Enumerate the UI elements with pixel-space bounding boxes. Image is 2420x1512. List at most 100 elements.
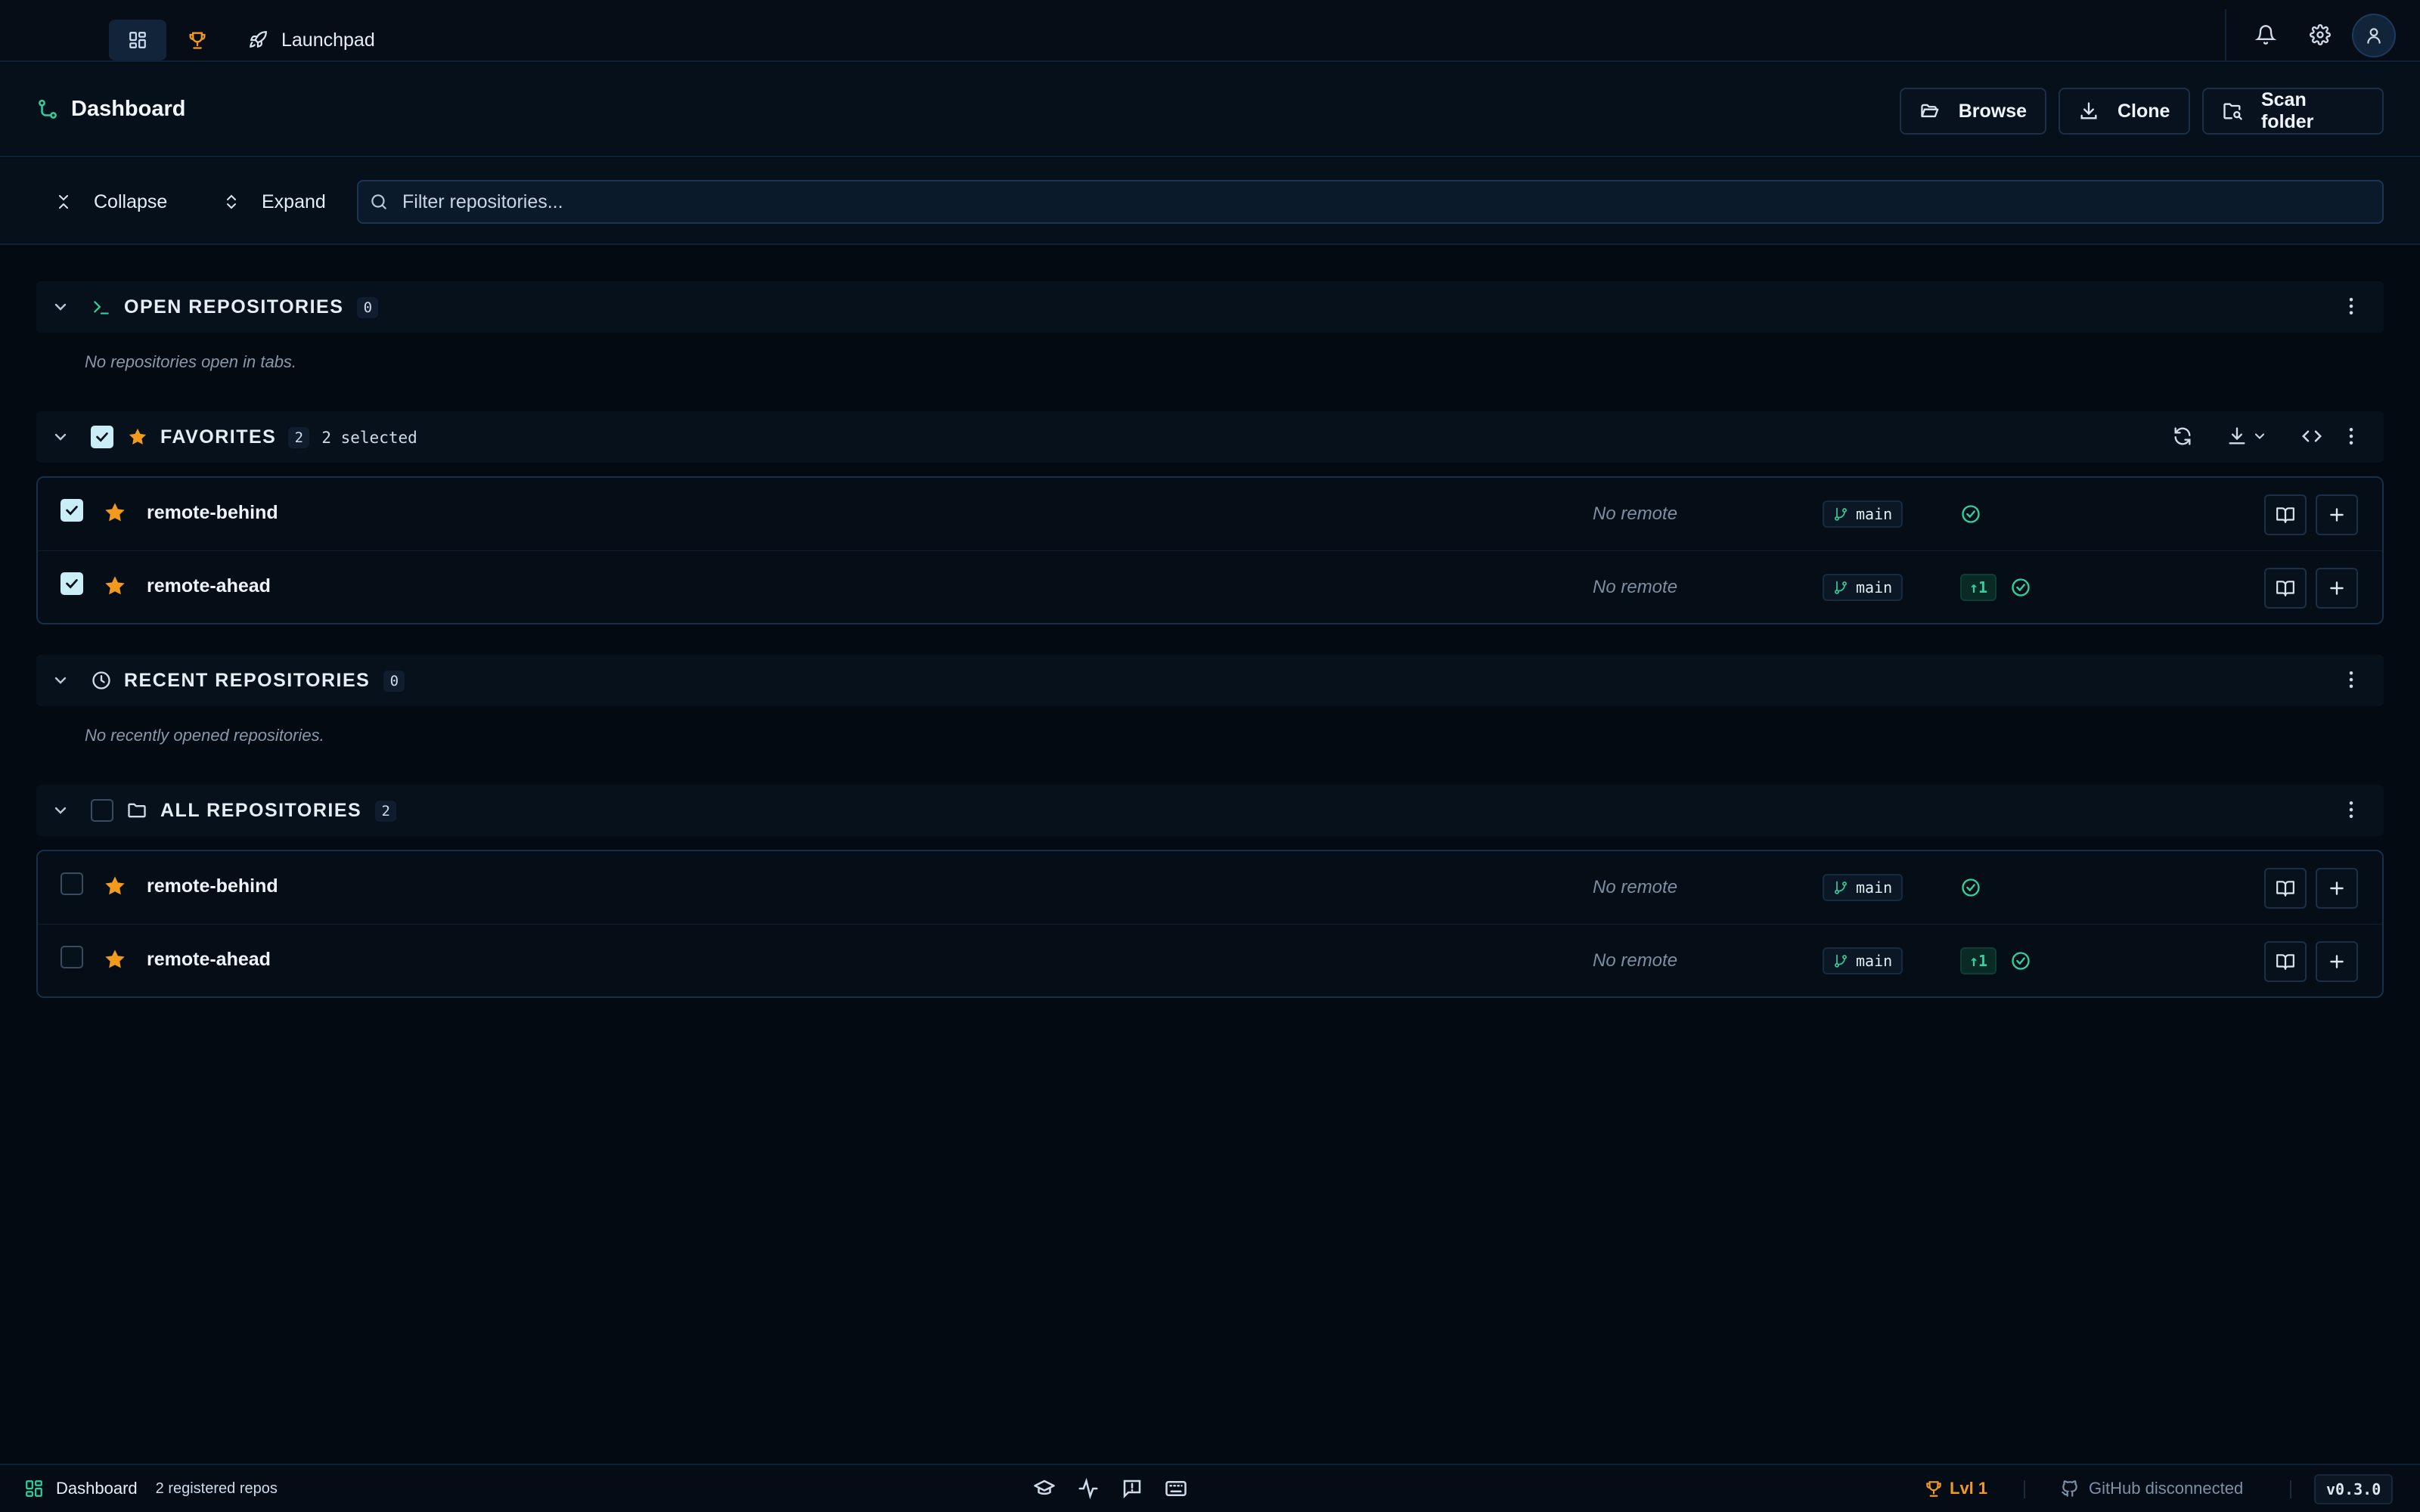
favorites-bulk-actions <box>2172 425 2323 448</box>
row-checkbox[interactable] <box>60 572 83 595</box>
gear-icon <box>2310 24 2331 45</box>
check-icon <box>66 579 78 589</box>
activity-icon[interactable] <box>1077 1477 1100 1500</box>
branch-name: main <box>1856 952 1893 970</box>
user-avatar[interactable] <box>2352 14 2396 57</box>
star-icon[interactable] <box>103 874 127 898</box>
section-title: ALL REPOSITORIES <box>160 800 362 821</box>
section-title: OPEN REPOSITORIES <box>124 296 344 318</box>
github-status[interactable]: GitHub disconnected <box>2060 1479 2243 1498</box>
scan-folder-button[interactable]: Scan folder <box>2202 88 2384 135</box>
add-tab-button[interactable] <box>2316 568 2358 609</box>
clock-icon <box>92 671 110 689</box>
repo-remote: No remote <box>1593 877 1678 897</box>
folder-open-icon <box>1921 104 1939 118</box>
page-header: Dashboard Browse Clone Scan folder <box>0 64 2420 157</box>
chevron-down-icon[interactable] <box>51 428 70 446</box>
repo-name[interactable]: remote-behind <box>147 502 278 524</box>
star-icon[interactable] <box>103 947 127 971</box>
chevron-down-icon[interactable] <box>51 671 70 689</box>
nav-divider <box>2225 9 2226 60</box>
page-title-group: Dashboard <box>36 97 185 122</box>
bell-icon <box>2255 25 2276 45</box>
clone-button[interactable]: Clone <box>2059 88 2190 135</box>
ahead-badge: ↑1 <box>1960 947 1997 974</box>
more-vertical-icon[interactable] <box>2340 798 2363 821</box>
row-checkbox[interactable] <box>60 499 83 522</box>
rocket-icon <box>249 31 267 48</box>
check-icon <box>66 506 78 516</box>
star-icon[interactable] <box>103 500 127 525</box>
selection-count: 2 selected <box>321 428 417 447</box>
search-icon <box>371 194 386 209</box>
repo-name[interactable]: remote-ahead <box>147 575 271 597</box>
open-repo-button[interactable] <box>2264 568 2307 609</box>
select-all-repos-checkbox[interactable] <box>91 799 113 822</box>
repo-row[interactable]: remote-ahead No remote main ↑1 <box>38 925 2382 997</box>
check-icon <box>96 432 108 442</box>
filter-toolbar: Collapse Expand <box>0 159 2420 245</box>
status-divider <box>2024 1480 2025 1498</box>
open-repo-button[interactable] <box>2264 494 2307 535</box>
git-branch-icon <box>1835 507 1847 521</box>
row-checkbox[interactable] <box>60 946 83 968</box>
graduation-cap-icon[interactable] <box>1033 1477 1056 1500</box>
collapse-all-button[interactable]: Collapse <box>54 181 167 222</box>
refresh-icon[interactable] <box>2172 426 2193 447</box>
status-view: Dashboard 2 registered repos <box>24 1479 278 1498</box>
repo-name[interactable]: remote-behind <box>147 875 278 897</box>
repo-row[interactable]: remote-ahead No remote main ↑1 <box>38 551 2382 624</box>
open-repo-button[interactable] <box>2264 941 2307 982</box>
github-status-label: GitHub disconnected <box>2089 1479 2244 1498</box>
browse-button[interactable]: Browse <box>1900 88 2046 135</box>
add-tab-button[interactable] <box>2316 494 2358 535</box>
notifications-button[interactable] <box>2245 14 2287 56</box>
star-icon <box>129 428 147 445</box>
filter-input[interactable] <box>402 191 2293 213</box>
chevron-down-icon[interactable] <box>51 298 70 316</box>
book-open-icon <box>2276 581 2294 596</box>
nav-achievements-button[interactable] <box>171 20 224 60</box>
row-checkbox[interactable] <box>60 872 83 895</box>
star-icon[interactable] <box>103 574 127 598</box>
settings-button[interactable] <box>2299 14 2341 56</box>
top-nav: Launchpad <box>0 0 2420 62</box>
feedback-icon[interactable] <box>1121 1477 1143 1500</box>
more-vertical-icon[interactable] <box>2340 668 2363 691</box>
folder-icon <box>128 803 146 818</box>
add-tab-button[interactable] <box>2316 868 2358 909</box>
chevrons-collapse-icon <box>59 195 68 209</box>
count-badge: 0 <box>357 296 379 318</box>
book-open-icon <box>2276 881 2294 897</box>
code-icon[interactable] <box>2301 425 2323 448</box>
empty-recent-message: No recently opened repositories. <box>85 726 324 745</box>
more-vertical-icon[interactable] <box>2340 295 2363 318</box>
open-repo-button[interactable] <box>2264 868 2307 909</box>
check-circle-icon <box>1962 878 1980 897</box>
trophy-icon <box>1926 1481 1941 1497</box>
repo-remote: No remote <box>1593 503 1678 524</box>
version-badge: v0.3.0 <box>2314 1474 2394 1504</box>
clone-label: Clone <box>2118 100 2170 122</box>
book-open-icon <box>2276 507 2294 523</box>
nav-launchpad-button[interactable]: Launchpad <box>237 20 389 60</box>
repo-row[interactable]: remote-behind No remote main <box>38 478 2382 551</box>
pull-dropdown-button[interactable] <box>2226 426 2267 447</box>
select-all-favorites-checkbox[interactable] <box>91 426 113 448</box>
expand-all-button[interactable]: Expand <box>222 181 326 222</box>
more-vertical-icon[interactable] <box>2340 425 2363 448</box>
user-icon <box>2367 28 2381 44</box>
git-branch-icon <box>39 99 57 119</box>
repo-name[interactable]: remote-ahead <box>147 949 271 971</box>
nav-dashboard-button[interactable] <box>109 20 166 60</box>
level-indicator[interactable]: Lvl 1 <box>1924 1479 1987 1498</box>
keyboard-icon[interactable] <box>1165 1477 1187 1500</box>
plus-icon <box>2330 955 2344 968</box>
collapse-label: Collapse <box>94 191 168 212</box>
repo-remote: No remote <box>1593 577 1678 597</box>
filter-field[interactable] <box>357 180 2384 224</box>
check-circle-icon <box>2012 952 2030 970</box>
add-tab-button[interactable] <box>2316 941 2358 982</box>
chevron-down-icon[interactable] <box>51 801 70 820</box>
repo-row[interactable]: remote-behind No remote main <box>38 851 2382 925</box>
